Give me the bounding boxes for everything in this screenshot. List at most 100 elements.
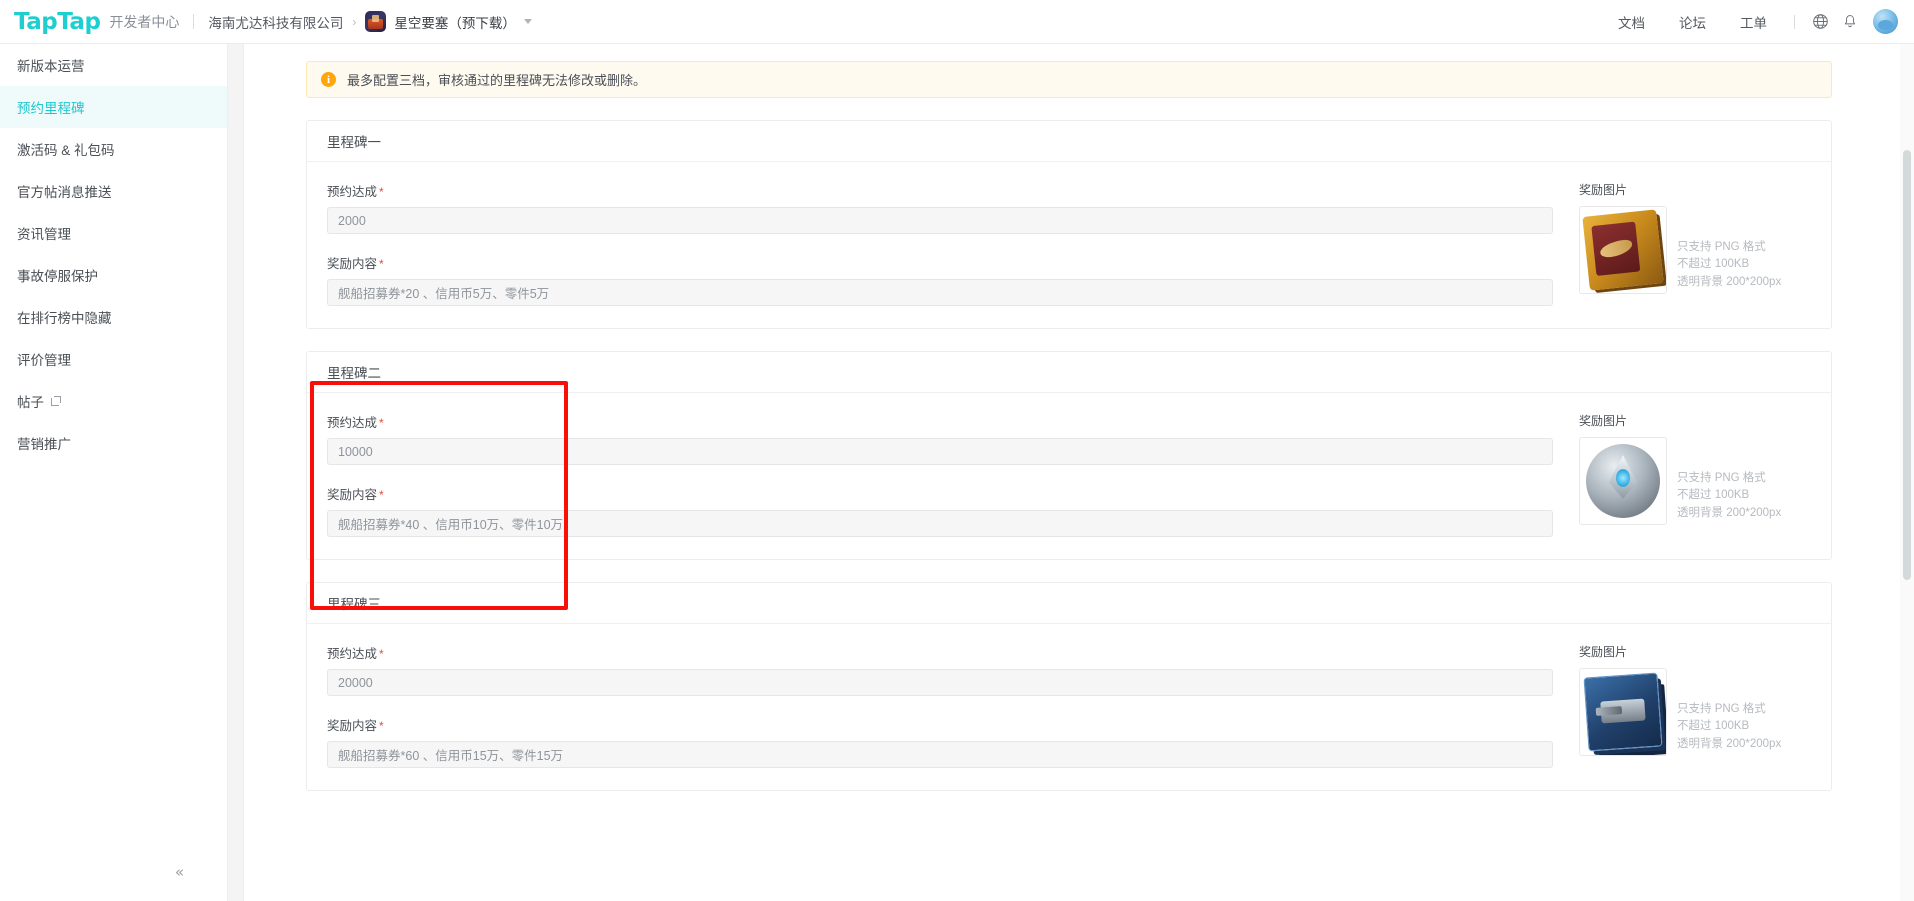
reward-field-block: 奖励内容 * 舰船招募券*20 、信用币5万、零件5万 (327, 253, 1553, 306)
reward-image-row: 只支持 PNG 格式 不超过 100KB 透明背景 200*200px (1579, 206, 1811, 294)
reward-input[interactable]: 舰船招募券*40 、信用币10万、零件10万 (327, 510, 1553, 537)
target-field-label: 预约达成 * (327, 412, 1553, 431)
sidebar-item-label: 预约里程碑 (17, 101, 85, 116)
target-input[interactable]: 2000 (327, 207, 1553, 234)
reward-image-block: 奖励图片 只支持 PNG 格式 不超过 100KB 透明背景 200*200px (1579, 643, 1811, 768)
reward-image-gold-chest[interactable] (1579, 206, 1667, 294)
hint-line-1: 只支持 PNG 格式 (1677, 471, 1766, 484)
target-label-text: 预约达成 (327, 416, 378, 430)
hint-line-1: 只支持 PNG 格式 (1677, 702, 1766, 715)
reward-image-block: 奖励图片 只支持 PNG 格式 不超过 100KB 透明背景 200*200px (1579, 412, 1811, 537)
target-input[interactable]: 10000 (327, 438, 1553, 465)
sidebar: 新版本运营 预约里程碑 激活码 & 礼包码 官方帖消息推送 资讯管理 事故停服保… (0, 44, 228, 901)
milestone-card-3: 里程碑三 预约达成 * 20000 奖励内容 * 舰船招募券*60 、信用币15万、… (306, 582, 1832, 791)
reward-field-label: 奖励内容 * (327, 484, 1553, 503)
required-mark: * (379, 416, 384, 430)
sidebar-item-label: 评价管理 (17, 353, 71, 368)
header-link-forum[interactable]: 论坛 (1662, 12, 1723, 32)
sidebar-item-label: 新版本运营 (17, 59, 85, 74)
required-mark: * (379, 257, 384, 271)
hint-line-2: 不超过 100KB (1677, 489, 1750, 502)
milestone-card-title: 里程碑二 (307, 352, 1831, 393)
sidebar-item-label: 营销推广 (17, 437, 71, 452)
app-icon (365, 11, 387, 32)
reward-field-label: 奖励内容 * (327, 715, 1553, 734)
sidebar-item-posts[interactable]: 帖子 (0, 380, 227, 422)
milestone-card-body: 预约达成 * 20000 奖励内容 * 舰船招募券*60 、信用币15万、零件15万… (307, 624, 1831, 790)
reward-image-hint: 只支持 PNG 格式 不超过 100KB 透明背景 200*200px (1677, 239, 1781, 294)
reward-image-silver-emblem[interactable] (1579, 437, 1667, 525)
chevron-double-left-icon: « (174, 862, 184, 881)
reward-field-block: 奖励内容 * 舰船招募券*60 、信用币15万、零件15万 (327, 715, 1553, 768)
target-field-block: 预约达成 * 2000 (327, 181, 1553, 234)
header-right-group: 文档 论坛 工单 (1601, 7, 1898, 37)
hint-line-3: 透明背景 200*200px (1677, 738, 1782, 751)
sidebar-item-news-management[interactable]: 资讯管理 (0, 212, 227, 254)
treasure-chest-icon (1582, 209, 1664, 291)
breadcrumb-separator-icon: › (352, 14, 357, 29)
external-link-icon (51, 396, 61, 406)
sidebar-item-label: 帖子 (17, 395, 44, 410)
globe-icon[interactable] (1805, 7, 1835, 37)
sidebar-item-label: 资讯管理 (17, 227, 71, 242)
breadcrumb-app[interactable]: 星空要塞（预下载） (394, 12, 516, 32)
sidebar-item-new-version[interactable]: 新版本运营 (0, 44, 227, 86)
sidebar-item-incident-protection[interactable]: 事故停服保护 (0, 254, 227, 296)
hint-line-2: 不超过 100KB (1677, 258, 1750, 271)
milestone-fields: 预约达成 * 10000 奖励内容 * 舰船招募券*40 、信用币10万、零件10万 (327, 412, 1579, 537)
milestone-card-body: 预约达成 * 2000 奖励内容 * 舰船招募券*20 、信用币5万、零件5万 奖励… (307, 162, 1831, 328)
sidebar-item-label: 激活码 & 礼包码 (17, 143, 115, 158)
sidebar-item-review-management[interactable]: 评价管理 (0, 338, 227, 380)
page-scrollbar-thumb[interactable] (1903, 150, 1911, 580)
sidebar-item-label: 在排行榜中隐藏 (17, 311, 112, 326)
target-label-text: 预约达成 (327, 185, 378, 199)
reward-image-block: 奖励图片 只支持 PNG 格式 不超过 100KB 透明背景 200*200px (1579, 181, 1811, 306)
sidebar-gutter (228, 44, 244, 901)
info-banner-text: 最多配置三档，审核通过的里程碑无法修改或删除。 (347, 73, 647, 88)
reward-image-hint: 只支持 PNG 格式 不超过 100KB 透明背景 200*200px (1677, 470, 1781, 525)
reward-image-label: 奖励图片 (1579, 183, 1628, 197)
bell-icon[interactable] (1835, 7, 1865, 37)
reward-field-block: 奖励内容 * 舰船招募券*40 、信用币10万、零件10万 (327, 484, 1553, 537)
reward-label-text: 奖励内容 (327, 257, 378, 271)
sidebar-item-label: 事故停服保护 (17, 269, 98, 284)
info-banner: i 最多配置三档，审核通过的里程碑无法修改或删除。 (306, 61, 1832, 98)
header-link-docs[interactable]: 文档 (1601, 12, 1662, 32)
header-link-ticket[interactable]: 工单 (1723, 12, 1784, 32)
avatar[interactable] (1873, 9, 1898, 34)
taptap-logo[interactable]: TapTap (14, 9, 101, 35)
sidebar-collapse-button[interactable]: « (0, 855, 228, 889)
brand-subtitle: 开发者中心 (109, 13, 180, 30)
reward-field-label: 奖励内容 * (327, 253, 1553, 272)
chevron-down-icon[interactable] (523, 19, 532, 24)
sidebar-item-hide-in-ranking[interactable]: 在排行榜中隐藏 (0, 296, 227, 338)
sidebar-item-marketing[interactable]: 营销推广 (0, 422, 227, 464)
reward-image-hint: 只支持 PNG 格式 不超过 100KB 透明背景 200*200px (1677, 701, 1781, 756)
brand-block[interactable]: TapTap 开发者中心 (14, 9, 179, 35)
hint-line-3: 透明背景 200*200px (1677, 507, 1782, 520)
reward-input[interactable]: 舰船招募券*20 、信用币5万、零件5万 (327, 279, 1553, 306)
milestone-card-title: 里程碑三 (307, 583, 1831, 624)
sidebar-item-official-post-push[interactable]: 官方帖消息推送 (0, 170, 227, 212)
milestone-card-1: 里程碑一 预约达成 * 2000 奖励内容 * 舰船招募券*20 、信用币5万、零件… (306, 120, 1832, 329)
target-field-label: 预约达成 * (327, 181, 1553, 200)
required-mark: * (379, 185, 384, 199)
hint-line-3: 透明背景 200*200px (1677, 276, 1782, 289)
breadcrumb-company[interactable]: 海南尤达科技有限公司 (208, 12, 343, 32)
sidebar-item-label: 官方帖消息推送 (17, 185, 112, 200)
milestone-fields: 预约达成 * 20000 奖励内容 * 舰船招募券*60 、信用币15万、零件15万 (327, 643, 1579, 768)
required-mark: * (379, 719, 384, 733)
sidebar-item-activation-code[interactable]: 激活码 & 礼包码 (0, 128, 227, 170)
target-field-label: 预约达成 * (327, 643, 1553, 662)
milestone-card-title: 里程碑一 (307, 121, 1831, 162)
emblem-icon (1586, 444, 1660, 518)
main-content: i 最多配置三档，审核通过的里程碑无法修改或删除。 里程碑一 预约达成 * 200… (245, 44, 1914, 901)
milestone-fields: 预约达成 * 2000 奖励内容 * 舰船招募券*20 、信用币5万、零件5万 (327, 181, 1579, 306)
target-input[interactable]: 20000 (327, 669, 1553, 696)
reward-input[interactable]: 舰船招募券*60 、信用币15万、零件15万 (327, 741, 1553, 768)
sidebar-item-reservation-milestone[interactable]: 预约里程碑 (0, 86, 227, 128)
target-label-text: 预约达成 (327, 647, 378, 661)
reward-image-row: 只支持 PNG 格式 不超过 100KB 透明背景 200*200px (1579, 668, 1811, 756)
milestone-card-body: 预约达成 * 10000 奖励内容 * 舰船招募券*40 、信用币10万、零件10万… (307, 393, 1831, 559)
reward-image-blue-mech[interactable] (1579, 668, 1667, 756)
